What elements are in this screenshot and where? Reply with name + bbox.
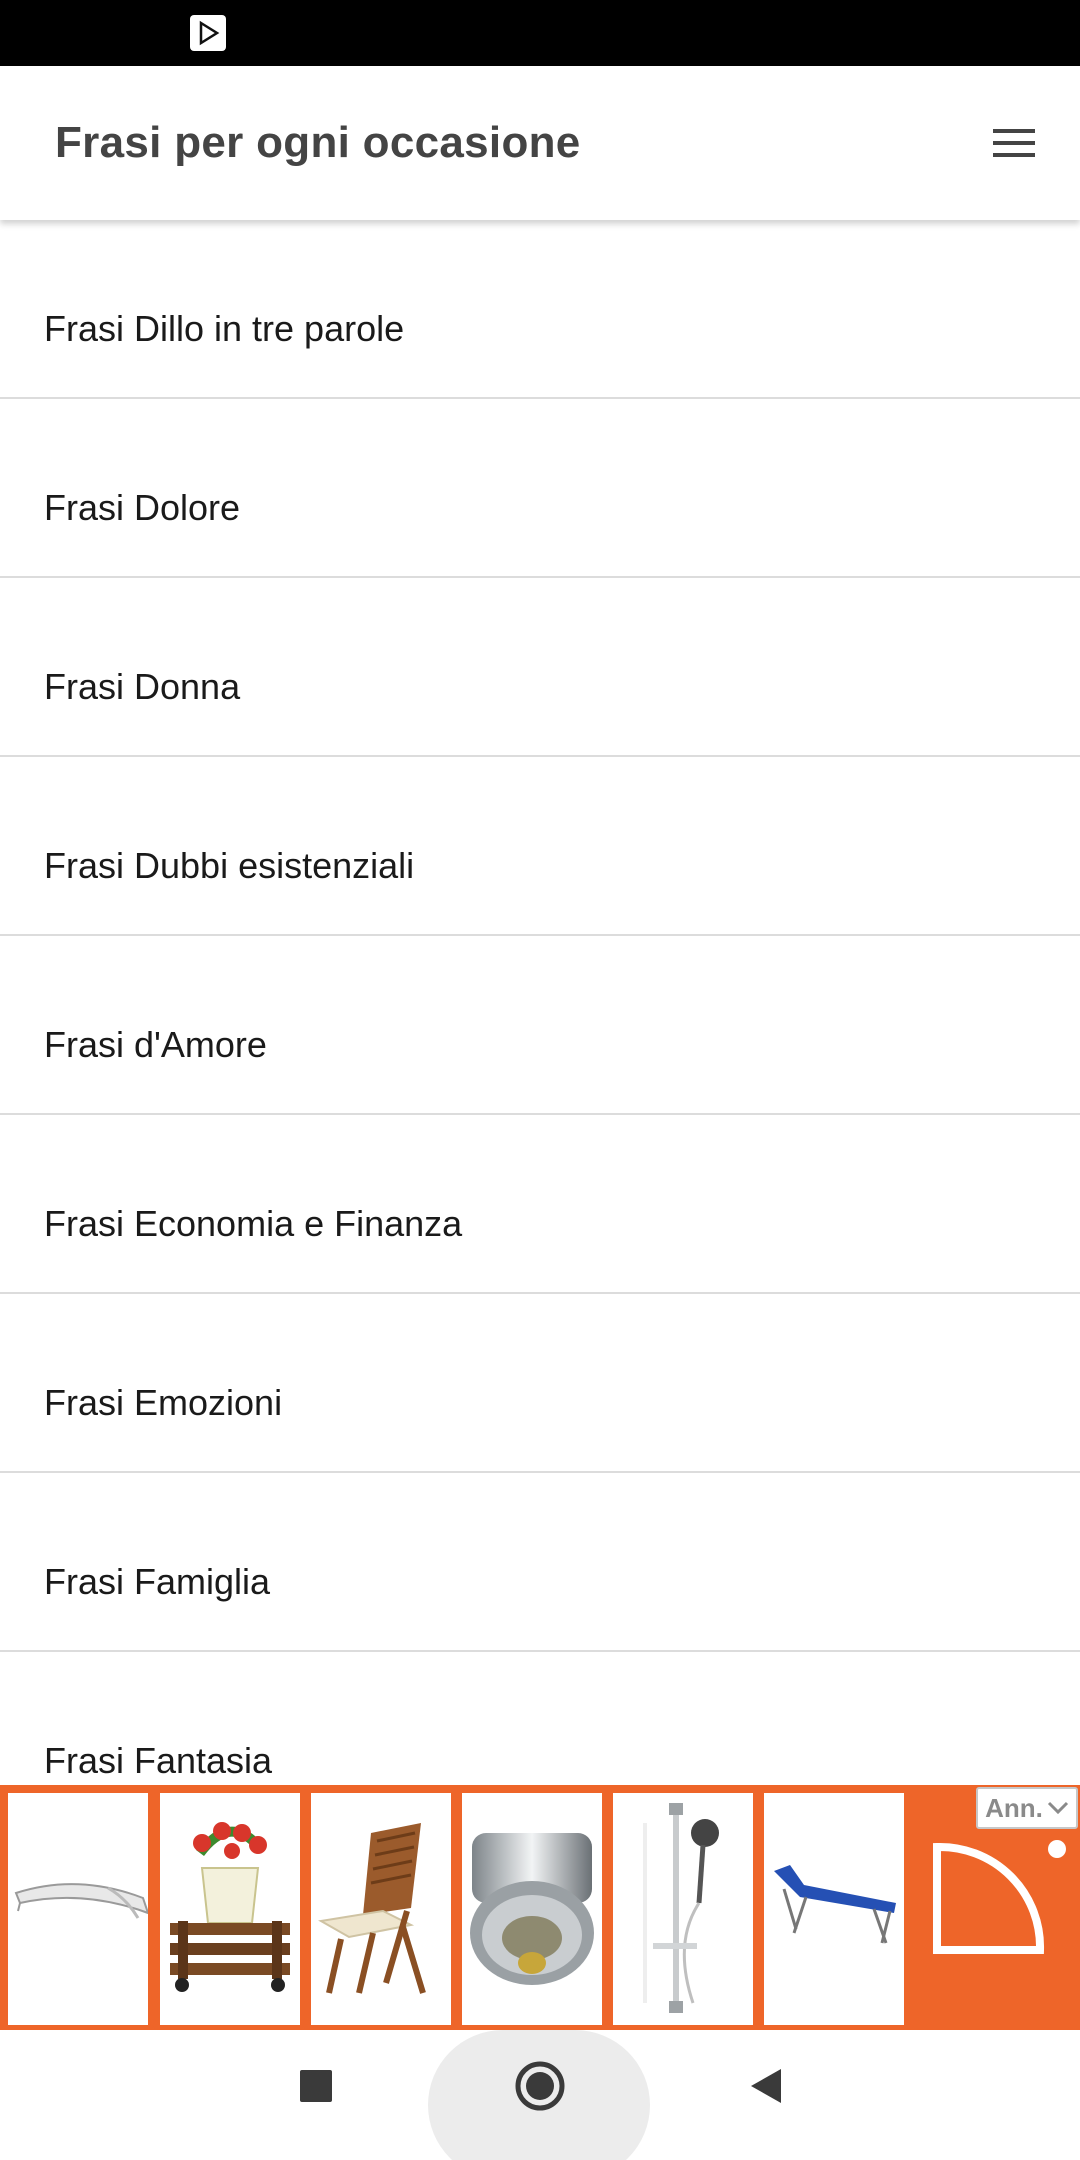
list-item[interactable]: Frasi Dillo in tre parole	[0, 220, 1080, 399]
list-item-label: Frasi Dolore	[44, 487, 241, 528]
ad-banner[interactable]: Ann.	[0, 1785, 1080, 2030]
chevron-down-icon	[1047, 1801, 1068, 1815]
recents-button[interactable]	[290, 2060, 342, 2112]
list-item-label: Frasi Famiglia	[44, 1561, 271, 1602]
list-item[interactable]: Frasi Famiglia	[0, 1473, 1080, 1652]
ad-product-tile[interactable]	[613, 1793, 753, 2025]
ad-product-tile[interactable]	[311, 1793, 451, 2025]
list-item[interactable]: Frasi Emozioni	[0, 1294, 1080, 1473]
plant-pot-cart-icon	[170, 1822, 290, 1992]
list-item[interactable]: Frasi d'Amore	[0, 936, 1080, 1115]
list-item-label: Frasi d'Amore	[44, 1024, 267, 1065]
menu-button[interactable]	[986, 115, 1042, 171]
ad-choices-button[interactable]: Ann.	[976, 1787, 1078, 1829]
category-list: Frasi Dillo in tre parole Frasi Dolore F…	[0, 220, 1080, 1785]
play-notification-icon	[190, 15, 226, 51]
list-item[interactable]: Frasi Donna	[0, 578, 1080, 757]
status-bar	[0, 0, 1080, 66]
hamburger-menu-icon	[993, 129, 1035, 157]
ad-product-tile[interactable]	[462, 1793, 602, 2025]
sun-lounger-icon	[774, 1865, 896, 1944]
home-button[interactable]	[510, 2056, 570, 2116]
back-button[interactable]	[740, 2060, 792, 2112]
awning-icon	[14, 1883, 148, 1919]
ad-product-tile[interactable]	[764, 1793, 904, 2025]
list-item[interactable]: Frasi Fantasia	[0, 1652, 1080, 1785]
list-item[interactable]: Frasi Dolore	[0, 399, 1080, 578]
square-icon	[300, 2070, 332, 2102]
list-item-label: Frasi Dillo in tre parole	[44, 308, 405, 349]
back-triangle-icon	[751, 2069, 781, 2103]
list-item[interactable]: Frasi Economia e Finanza	[0, 1115, 1080, 1294]
page-title: Frasi per ogni occasione	[55, 118, 581, 167]
shower-set-icon	[643, 1803, 719, 2013]
ad-choices-label: Ann.	[985, 1792, 1043, 1823]
app-bar: Frasi per ogni occasione	[0, 66, 1080, 220]
list-item-label: Frasi Donna	[44, 666, 241, 707]
wooden-chair-icon	[318, 1823, 426, 1994]
ad-product-tile[interactable]	[160, 1793, 300, 2025]
list-item[interactable]: Frasi Dubbi esistenziali	[0, 757, 1080, 936]
list-item-label: Frasi Economia e Finanza	[44, 1203, 463, 1244]
ad-product-tile[interactable]	[8, 1793, 148, 2025]
list-item-label: Frasi Emozioni	[44, 1382, 283, 1423]
list-item-label: Frasi Dubbi esistenziali	[44, 845, 415, 886]
faucet-aerator-icon	[470, 1833, 594, 1985]
system-navigation-bar	[0, 2030, 1080, 2160]
list-item-label: Frasi Fantasia	[44, 1740, 273, 1781]
home-circle-icon	[515, 2061, 565, 2111]
